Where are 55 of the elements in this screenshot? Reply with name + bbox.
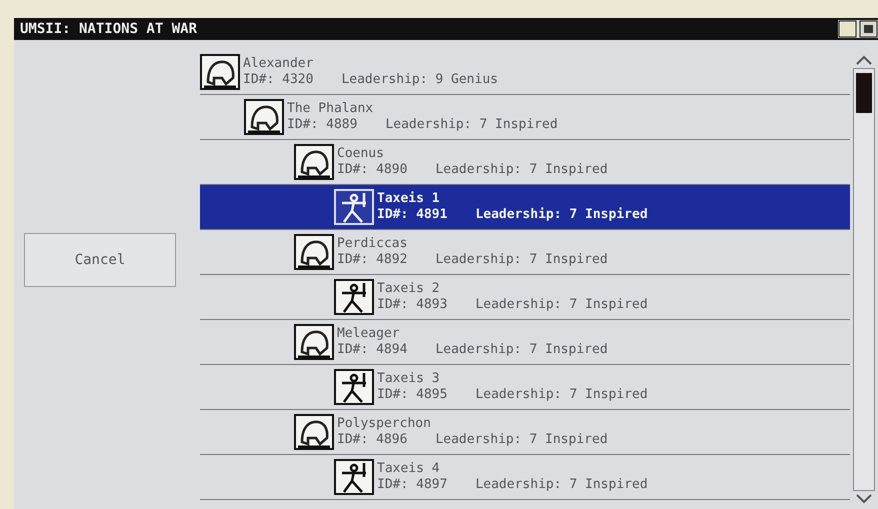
- id-number: ID#: 4896: [337, 432, 408, 448]
- leadership-rating: Leadership: 7 Inspired: [475, 477, 648, 493]
- id-number: ID#: 4895: [377, 387, 448, 403]
- id-number: ID#: 4892: [337, 252, 408, 268]
- window-gadget-icon[interactable]: [838, 20, 878, 38]
- soldier-icon: [334, 279, 374, 315]
- leadership-rating: Leadership: 7 Inspired: [385, 117, 558, 133]
- helmet-icon: [200, 54, 240, 90]
- unit-name: The Phalanx: [287, 101, 374, 117]
- unit-name: Taxeis 4: [377, 461, 441, 477]
- scroll-down-icon[interactable]: [854, 493, 874, 505]
- leadership-rating: Leadership: 7 Inspired: [475, 207, 648, 223]
- tree-row[interactable]: Polysperchon ID#: 4896 Leadership: 7 Inspired: [200, 410, 850, 455]
- id-number: ID#: 4891: [377, 207, 448, 223]
- id-number: ID#: 4890: [337, 162, 408, 178]
- unit-name: Meleager: [337, 326, 401, 342]
- helmet-icon: [294, 414, 334, 450]
- window-title: UMSII: NATIONS AT WAR: [19, 21, 198, 37]
- tree-row[interactable]: Taxeis 3 ID#: 4895 Leadership: 7 Inspired: [200, 365, 850, 410]
- leadership-rating: Leadership: 7 Inspired: [475, 297, 648, 313]
- helmet-icon: [294, 234, 334, 270]
- leadership-rating: Leadership: 7 Inspired: [435, 342, 608, 358]
- unit-name: Taxeis 3: [377, 371, 441, 387]
- soldier-icon: [334, 189, 374, 225]
- helmet-icon: [294, 324, 334, 360]
- id-number: ID#: 4897: [377, 477, 448, 493]
- unit-name: Alexander: [243, 56, 314, 72]
- leadership-rating: Leadership: 7 Inspired: [475, 387, 648, 403]
- tree-row[interactable]: Perdiccas ID#: 4892 Leadership: 7 Inspired: [200, 230, 850, 275]
- tree-row[interactable]: The Phalanx ID#: 4889 Leadership: 7 Inspired: [200, 95, 850, 140]
- unit-name: Perdiccas: [337, 236, 408, 252]
- tree-row[interactable]: Meleager ID#: 4894 Leadership: 7 Inspired: [200, 320, 850, 365]
- tree-row[interactable]: Taxeis 4 ID#: 4897 Leadership: 7 Inspired: [200, 455, 850, 500]
- soldier-icon: [334, 459, 374, 495]
- tree-row[interactable]: Alexander ID#: 4320 Leadership: 9 Genius: [200, 50, 850, 95]
- tree-row[interactable]: Taxeis 1 ID#: 4891 Leadership: 7 Inspired: [200, 185, 850, 230]
- id-number: ID#: 4889: [287, 117, 358, 133]
- cancel-button[interactable]: Cancel: [24, 232, 176, 286]
- scrollbar-thumb[interactable]: [856, 73, 872, 113]
- scroll-up-icon[interactable]: [854, 54, 874, 66]
- helmet-icon: [294, 144, 334, 180]
- id-number: ID#: 4893: [377, 297, 448, 313]
- unit-name: Polysperchon: [337, 416, 432, 432]
- soldier-icon: [334, 369, 374, 405]
- leadership-rating: Leadership: 9 Genius: [341, 72, 498, 88]
- unit-name: Taxeis 1: [377, 191, 441, 207]
- leadership-rating: Leadership: 7 Inspired: [435, 162, 608, 178]
- id-number: ID#: 4320: [243, 72, 314, 88]
- helmet-icon: [244, 99, 284, 135]
- leadership-rating: Leadership: 7 Inspired: [435, 432, 608, 448]
- leadership-rating: Leadership: 7 Inspired: [435, 252, 608, 268]
- unit-name: Taxeis 2: [377, 281, 441, 297]
- tree-row[interactable]: Taxeis 2 ID#: 4893 Leadership: 7 Inspired: [200, 275, 850, 320]
- id-number: ID#: 4894: [337, 342, 408, 358]
- unit-name: Coenus: [337, 146, 385, 162]
